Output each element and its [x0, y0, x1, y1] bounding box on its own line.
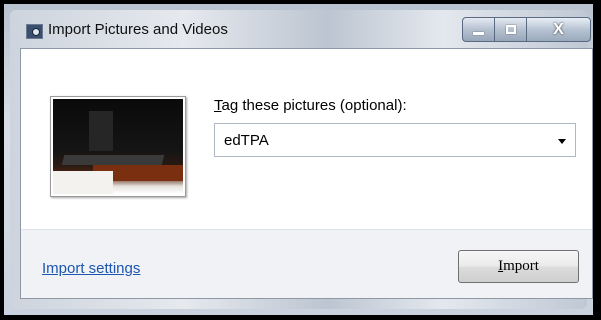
close-button[interactable]: X	[526, 17, 591, 42]
dialog-client-area: Tag these pictures (optional): edTPA Imp…	[20, 48, 593, 299]
tag-label-text: ag these pictures (optional):	[221, 97, 407, 114]
tag-label: Tag these pictures (optional):	[214, 97, 407, 114]
caption-buttons: X	[462, 17, 591, 42]
preview-image-detail	[89, 111, 113, 151]
close-icon: X	[553, 20, 564, 38]
chevron-down-icon[interactable]	[558, 139, 566, 144]
tag-label-accelerator: T	[214, 97, 222, 114]
maximize-icon	[505, 25, 516, 34]
window-title: Import Pictures and Videos	[48, 21, 228, 38]
camera-lens	[32, 28, 40, 36]
import-dialog-window: Import Pictures and Videos X Tag these p…	[0, 0, 601, 320]
preview-image-detail	[61, 155, 165, 165]
import-settings-link[interactable]: Import settings	[42, 260, 140, 277]
minimize-icon	[473, 32, 484, 35]
preview-image	[53, 99, 183, 194]
import-button-label: mport	[503, 258, 539, 274]
tag-combobox-value[interactable]: edTPA	[224, 132, 269, 149]
tag-combobox[interactable]: edTPA	[214, 123, 576, 157]
title-bar[interactable]: Import Pictures and Videos X	[10, 10, 591, 42]
camera-icon	[26, 24, 43, 39]
dialog-footer: Import settings Import	[21, 229, 592, 298]
dialog-content: Tag these pictures (optional): edTPA	[21, 49, 592, 232]
preview-image-detail	[53, 171, 113, 194]
preview-thumbnail	[50, 96, 186, 197]
minimize-button[interactable]	[462, 17, 494, 42]
maximize-button[interactable]	[494, 17, 526, 42]
import-button[interactable]: Import	[458, 250, 579, 283]
